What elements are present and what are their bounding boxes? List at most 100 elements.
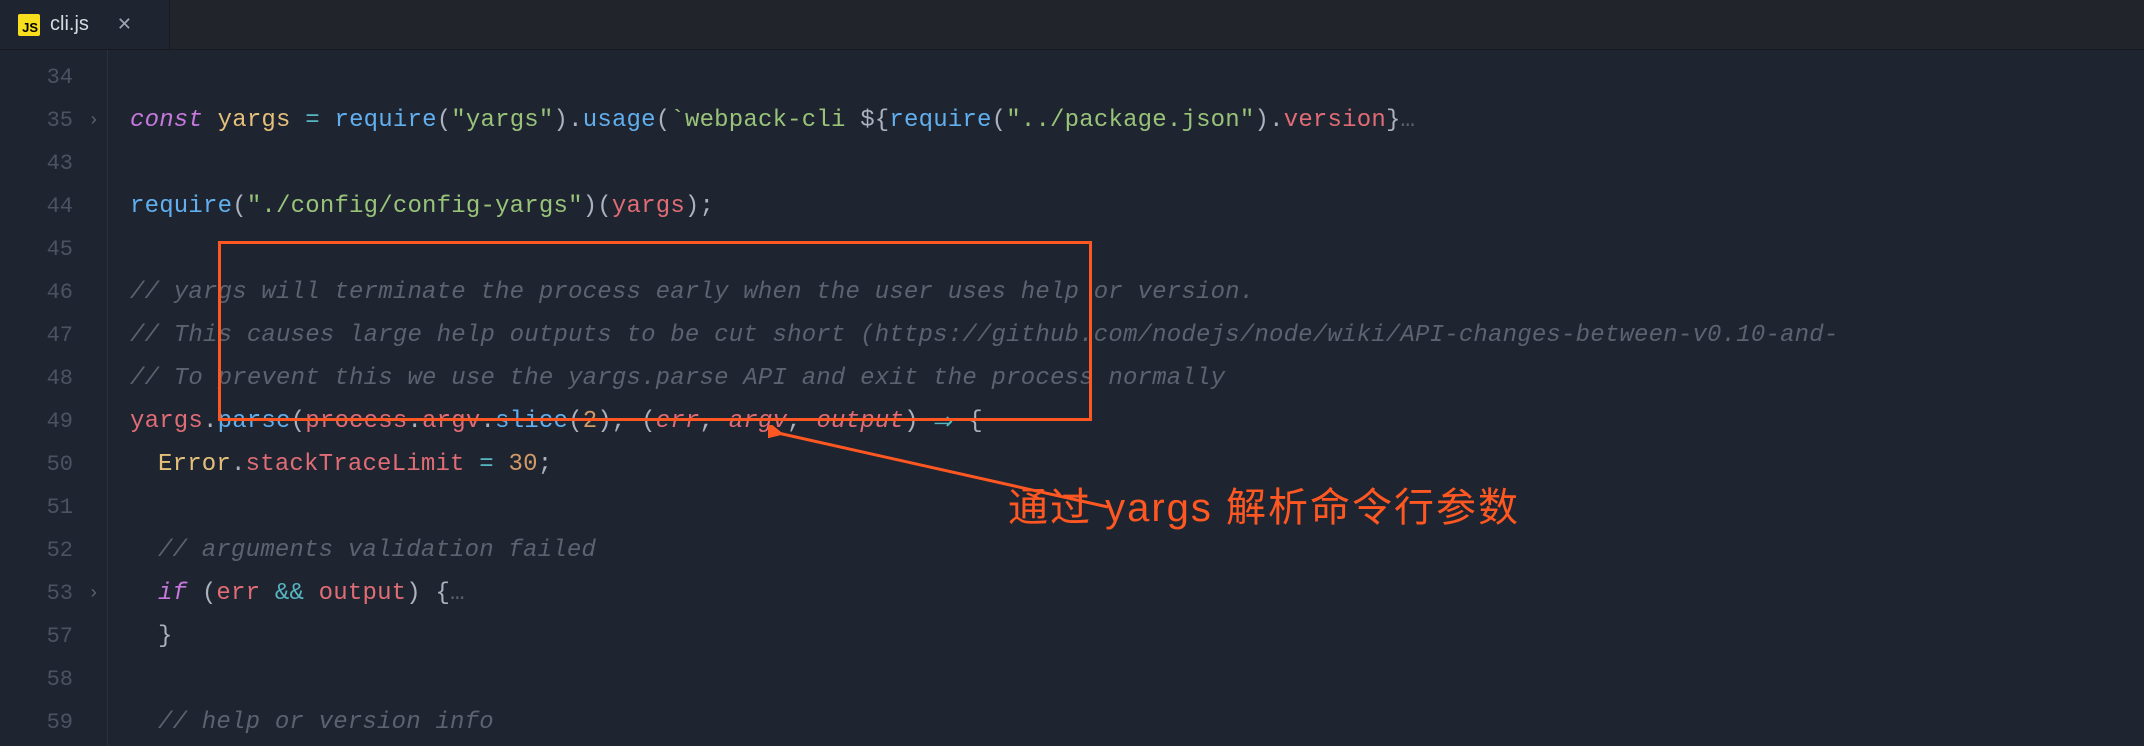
code-token: err — [216, 580, 260, 607]
code-token: ( — [568, 408, 583, 435]
code-token: )( — [583, 193, 612, 220]
gutter-row: 43 — [0, 142, 107, 185]
code-line[interactable] — [130, 228, 2144, 271]
line-number: 49 — [47, 409, 73, 434]
code-token: } — [158, 623, 173, 650]
code-token: argv — [422, 408, 480, 435]
code-token: // This causes large help outputs to be … — [130, 322, 1838, 349]
code-token — [320, 107, 335, 134]
code-line[interactable]: // This causes large help outputs to be … — [130, 314, 2144, 357]
gutter-row: 51 — [0, 486, 107, 529]
code-line[interactable]: // yargs will terminate the process earl… — [130, 271, 2144, 314]
line-number: 46 — [47, 280, 73, 305]
code-line[interactable]: // help or version info — [130, 701, 2144, 744]
code-token: yargs — [218, 107, 291, 134]
code-token: ). — [554, 107, 583, 134]
code-line[interactable]: } — [130, 615, 2144, 658]
line-number: 50 — [47, 452, 73, 477]
code-token: stackTraceLimit — [246, 451, 465, 478]
code-token: const — [130, 107, 218, 134]
code-token: err — [656, 408, 700, 435]
code-token — [304, 580, 319, 607]
gutter-row: 45 — [0, 228, 107, 271]
code-token: ⇒ — [933, 407, 953, 437]
code-token: version — [1284, 107, 1386, 134]
code-token: process — [305, 408, 407, 435]
gutter-row: 52 — [0, 529, 107, 572]
code-line[interactable] — [130, 56, 2144, 99]
code-token: . — [407, 408, 422, 435]
line-number: 58 — [47, 667, 73, 692]
code-token: { — [954, 408, 983, 435]
code-token — [494, 451, 509, 478]
code-token: 30 — [509, 451, 538, 478]
code-token: slice — [495, 408, 568, 435]
code-token: && — [275, 580, 304, 607]
code-line[interactable]: const yargs = require("yargs").usage(`we… — [130, 99, 2144, 142]
code-line[interactable] — [130, 142, 2144, 185]
code-token: // To prevent this we use the yargs.pars… — [130, 365, 1225, 392]
code-token: } — [1386, 107, 1401, 134]
tab-label: cli.js — [50, 13, 89, 36]
code-token: = — [305, 107, 320, 134]
code-token: // help or version info — [158, 709, 494, 736]
code-token: , — [700, 408, 729, 435]
code-token: 2 — [583, 408, 598, 435]
code-token: output — [816, 408, 904, 435]
gutter-row: 59 — [0, 701, 107, 744]
code-line[interactable]: require("./config/config-yargs")(yargs); — [130, 185, 2144, 228]
line-number: 35 — [47, 108, 73, 133]
gutter-row: 34 — [0, 56, 107, 99]
code-line[interactable]: yargs.parse(process.argv.slice(2), (err,… — [130, 400, 2144, 443]
gutter-row: 53› — [0, 572, 107, 615]
code-token: , — [787, 408, 816, 435]
tab-cli-js[interactable]: JS cli.js ✕ — [0, 0, 170, 49]
code-token — [260, 580, 275, 607]
code-line[interactable] — [130, 658, 2144, 701]
annotation-text: 通过 yargs 解析命令行参数 — [1008, 475, 1520, 533]
line-number: 59 — [47, 710, 73, 735]
fold-chevron-icon[interactable]: › — [88, 584, 99, 604]
code-token: ( — [992, 107, 1007, 134]
code-token: ( — [202, 580, 217, 607]
code-token: ${ — [860, 107, 889, 134]
code-token: ; — [538, 451, 553, 478]
code-token: "../package.json" — [1006, 107, 1254, 134]
line-number: 48 — [47, 366, 73, 391]
code-token: ( — [291, 408, 306, 435]
code-line[interactable]: // arguments validation failed — [130, 529, 2144, 572]
code-token: Error — [158, 451, 231, 478]
code-token — [291, 107, 306, 134]
code-token: = — [479, 451, 494, 478]
close-icon[interactable]: ✕ — [117, 14, 132, 35]
gutter-row: 48 — [0, 357, 107, 400]
javascript-file-icon: JS — [18, 14, 40, 36]
code-token: // arguments validation failed — [158, 537, 596, 564]
code-token: `webpack-cli — [670, 107, 860, 134]
code-line[interactable]: // To prevent this we use the yargs.pars… — [130, 357, 2144, 400]
code-token: yargs — [612, 193, 685, 220]
gutter-row: 57 — [0, 615, 107, 658]
code-line[interactable]: if (err && output) {… — [130, 572, 2144, 615]
code-token: … — [1401, 107, 1416, 134]
code-token: ); — [685, 193, 714, 220]
fold-chevron-icon[interactable]: › — [88, 111, 99, 131]
code-token: output — [319, 580, 407, 607]
code-token: . — [203, 408, 218, 435]
line-number: 34 — [47, 65, 73, 90]
code-token: ). — [1255, 107, 1284, 134]
code-area[interactable]: 通过 yargs 解析命令行参数 const yargs = require("… — [108, 50, 2144, 746]
code-token: parse — [218, 408, 291, 435]
code-token: "./config/config-yargs" — [247, 193, 583, 220]
line-number: 51 — [47, 495, 73, 520]
code-editor[interactable]: 3435›4344454647484950515253›57585960 通过 … — [0, 50, 2144, 746]
code-token: "yargs" — [451, 107, 553, 134]
line-number: 47 — [47, 323, 73, 348]
gutter-row: 46 — [0, 271, 107, 314]
line-number: 52 — [47, 538, 73, 563]
code-token: . — [481, 408, 496, 435]
tab-bar: JS cli.js ✕ — [0, 0, 2144, 50]
code-token: ) — [904, 408, 933, 435]
gutter-row: 50 — [0, 443, 107, 486]
code-token: require — [130, 193, 232, 220]
